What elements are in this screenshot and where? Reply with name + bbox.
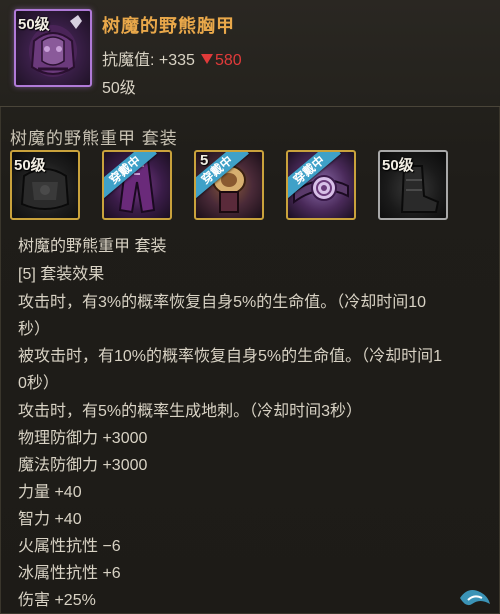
purple-chest-armor-icon[interactable]: 50级: [14, 9, 92, 87]
effect-line-3: 攻击时，有5%的概率生成地刺。（冷却时间3秒）: [18, 403, 363, 420]
spiral-belt-icon[interactable]: 穿戴中: [286, 150, 356, 220]
purple-pants-icon[interactable]: 穿戴中: [102, 150, 172, 220]
effect-line-1b: 秒）: [18, 321, 51, 338]
stat-physical-defense: 物理防御力 +3000: [18, 430, 148, 447]
stat-damage: 伤害 +25%: [18, 592, 96, 609]
stat-strength: 力量 +40: [18, 484, 82, 501]
set-title: 树魔的野熊重甲 套装: [10, 129, 178, 148]
piece-level-badge: 50级: [382, 157, 414, 174]
stat-intelligence: 智力 +40: [18, 511, 82, 528]
dark-shoulder-armor-icon[interactable]: 50级: [10, 150, 80, 220]
set-pieces-row: 50级 穿戴中 穿戴中 5 穿戴中 50级: [10, 150, 490, 222]
stat-magic-defense: 魔法防御力 +3000: [18, 457, 148, 474]
dark-boots-icon[interactable]: 50级: [378, 150, 448, 220]
item-level: 50级: [102, 80, 136, 97]
effect-line-1a: 攻击时，有3%的概率恢复自身5%的生命值。（冷却时间10: [18, 294, 427, 311]
stat-delta: 580: [214, 52, 242, 69]
belt-buckle-icon[interactable]: 穿戴中 5: [194, 150, 264, 220]
item-tooltip-panel: 50级 树魔的野熊胸甲 抗魔值: +335 580 50级 树魔的野熊重甲 套装 …: [0, 0, 500, 614]
piece-level-badge: 5: [200, 152, 209, 169]
item-name: 树魔的野熊胸甲: [102, 16, 235, 36]
magic-resist-stat: 抗魔值: +335 580: [102, 46, 242, 70]
set-name-line: 树魔的野熊重甲 套装: [18, 238, 167, 255]
stat-label: 抗魔值:: [102, 52, 159, 69]
piece-level-badge: 50级: [14, 157, 46, 174]
effect-line-2a: 被攻击时，有10%的概率恢复自身5%的生命值。（冷却时间1: [18, 348, 443, 365]
effect-line-2b: 0秒）: [18, 375, 59, 392]
set-effect-header: [5] 套装效果: [18, 266, 105, 283]
item-level-badge: 50级: [18, 16, 50, 33]
stat-value: +335: [158, 52, 195, 69]
logo-icon: [460, 590, 490, 606]
stat-ice-resist: 冰属性抗性 +6: [18, 565, 121, 582]
down-arrow-icon: [200, 54, 213, 64]
item-header: 50级 树魔的野熊胸甲 抗魔值: +335 580 50级: [0, 0, 500, 107]
stat-fire-resist: 火属性抗性 −6: [18, 538, 121, 555]
